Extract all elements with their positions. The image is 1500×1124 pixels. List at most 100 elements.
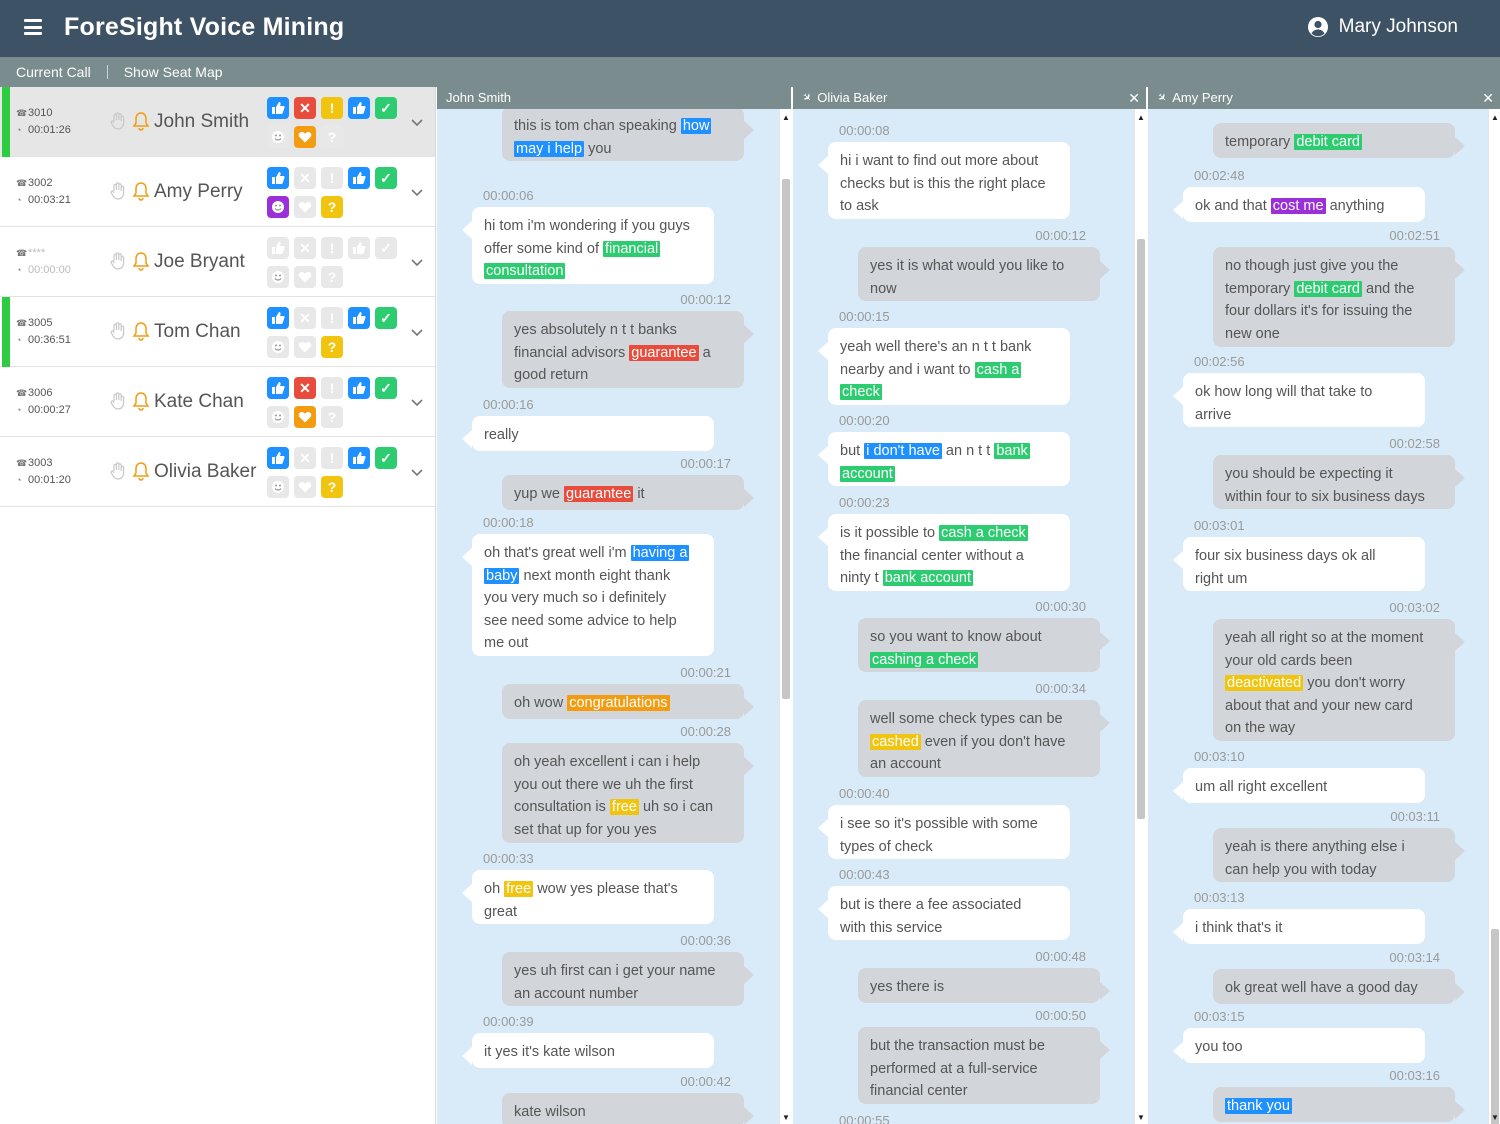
alert-icon[interactable]: ! [321,237,343,259]
chevron-down-icon[interactable] [410,325,424,337]
chevron-down-icon[interactable] [410,395,424,407]
agent-row[interactable]: ☎ 3003 ◔ 00:01:20 Olivia Baker ✕! ✓? [0,437,435,507]
heart-icon[interactable] [294,336,316,358]
reject-icon[interactable]: ✕ [294,447,316,469]
thumbs-up-icon[interactable] [267,167,289,189]
question-icon[interactable]: ? [321,126,343,148]
hand-raise-icon[interactable] [110,252,126,270]
scroll-thumb[interactable] [1491,929,1499,1124]
thumbs-up-icon[interactable] [267,447,289,469]
like-icon[interactable] [348,307,370,329]
scroll-up-arrow[interactable]: ▲ [1135,113,1146,122]
alert-icon[interactable]: ! [321,97,343,119]
heart-icon[interactable] [294,266,316,288]
scroll-thumb[interactable] [1137,239,1145,819]
check-icon[interactable]: ✓ [375,307,397,329]
bell-icon[interactable] [132,111,150,131]
question-icon[interactable]: ? [321,406,343,428]
tab-show-seat-map[interactable]: Show Seat Map [108,64,239,80]
check-icon[interactable]: ✓ [375,167,397,189]
bell-icon[interactable] [132,181,150,201]
agent-name[interactable]: Kate Chan [154,391,244,413]
thumbs-up-icon[interactable] [267,97,289,119]
thumbs-up-icon[interactable] [267,237,289,259]
scrollbar[interactable]: ▲ ▼ [1488,109,1500,1124]
reject-icon[interactable]: ✕ [294,97,316,119]
question-icon[interactable]: ? [321,196,343,218]
close-icon[interactable]: ✕ [1482,87,1494,109]
chevron-down-icon[interactable] [410,465,424,477]
scrollbar[interactable]: ▲ ▼ [779,109,791,1124]
agent-name[interactable]: Olivia Baker [154,461,256,483]
emotion-icon[interactable] [267,406,289,428]
scroll-up-arrow[interactable]: ▲ [780,113,791,122]
like-icon[interactable] [348,97,370,119]
heart-icon[interactable] [294,476,316,498]
scroll-down-arrow[interactable]: ▼ [1135,1113,1146,1122]
hand-raise-icon[interactable] [110,392,126,410]
emotion-icon[interactable] [267,266,289,288]
heart-icon[interactable] [294,196,316,218]
user-menu[interactable]: Mary Johnson [1307,16,1458,38]
chevron-down-icon[interactable] [410,185,424,197]
chevron-down-icon[interactable] [410,115,424,127]
question-icon[interactable]: ? [321,266,343,288]
agent-name[interactable]: Joe Bryant [154,251,245,273]
scroll-down-arrow[interactable]: ▼ [780,1113,791,1122]
like-icon[interactable] [348,237,370,259]
check-icon[interactable]: ✓ [375,377,397,399]
question-icon[interactable]: ? [321,336,343,358]
bell-icon[interactable] [132,461,150,481]
agent-row[interactable]: ☎ 3002 ◔ 00:03:21 Amy Perry ✕! ✓? [0,157,435,227]
agent-name[interactable]: Amy Perry [154,181,243,203]
thumbs-up-icon[interactable] [267,377,289,399]
message-text: oh [484,881,505,897]
hand-raise-icon[interactable] [110,112,126,130]
question-icon[interactable]: ? [321,476,343,498]
pin-icon[interactable]: ✈ [1151,87,1173,109]
like-icon[interactable] [348,377,370,399]
agent-row[interactable]: ☎ 3005 ◔ 00:36:51 Tom Chan ✕! ✓? [0,297,435,367]
like-icon[interactable] [348,447,370,469]
agent-name[interactable]: Tom Chan [154,321,241,343]
reject-icon[interactable]: ✕ [294,377,316,399]
emotion-icon[interactable] [267,196,289,218]
emotion-icon[interactable] [267,336,289,358]
bell-icon[interactable] [132,391,150,411]
scroll-thumb[interactable] [782,179,790,699]
thumbs-up-icon[interactable] [267,307,289,329]
heart-icon[interactable] [294,406,316,428]
heart-icon[interactable] [294,126,316,148]
chevron-down-icon[interactable] [410,255,424,267]
agent-row[interactable]: ☎ 3010 ◔ 00:01:26 John Smith ✕! ✓? [0,87,435,157]
agent-row[interactable]: ☎ **** ◔ 00:00:00 Joe Bryant ✕! ✓? [0,227,435,297]
alert-icon[interactable]: ! [321,307,343,329]
pin-icon[interactable]: ✈ [796,87,818,109]
bell-icon[interactable] [132,321,150,341]
agent-row[interactable]: ☎ 3006 ◔ 00:00:27 Kate Chan ✕! ✓? [0,367,435,437]
scrollbar[interactable]: ▲ ▼ [1134,109,1146,1124]
hand-raise-icon[interactable] [110,182,126,200]
menu-icon[interactable] [24,19,42,35]
reject-icon[interactable]: ✕ [294,167,316,189]
check-icon[interactable]: ✓ [375,97,397,119]
hand-raise-icon[interactable] [110,322,126,340]
reject-icon[interactable]: ✕ [294,307,316,329]
check-icon[interactable]: ✓ [375,237,397,259]
scroll-down-arrow[interactable]: ▼ [1489,1113,1500,1122]
close-icon[interactable]: ✕ [1128,87,1140,109]
message-timestamp: 00:00:50 [1035,1008,1086,1023]
alert-icon[interactable]: ! [321,167,343,189]
alert-icon[interactable]: ! [321,377,343,399]
emotion-icon[interactable] [267,476,289,498]
hand-raise-icon[interactable] [110,462,126,480]
reject-icon[interactable]: ✕ [294,237,316,259]
bell-icon[interactable] [132,251,150,271]
agent-name[interactable]: John Smith [154,111,249,133]
tab-current-call[interactable]: Current Call [0,64,107,80]
alert-icon[interactable]: ! [321,447,343,469]
like-icon[interactable] [348,167,370,189]
check-icon[interactable]: ✓ [375,447,397,469]
scroll-up-arrow[interactable]: ▲ [1489,113,1500,122]
emotion-icon[interactable] [267,126,289,148]
